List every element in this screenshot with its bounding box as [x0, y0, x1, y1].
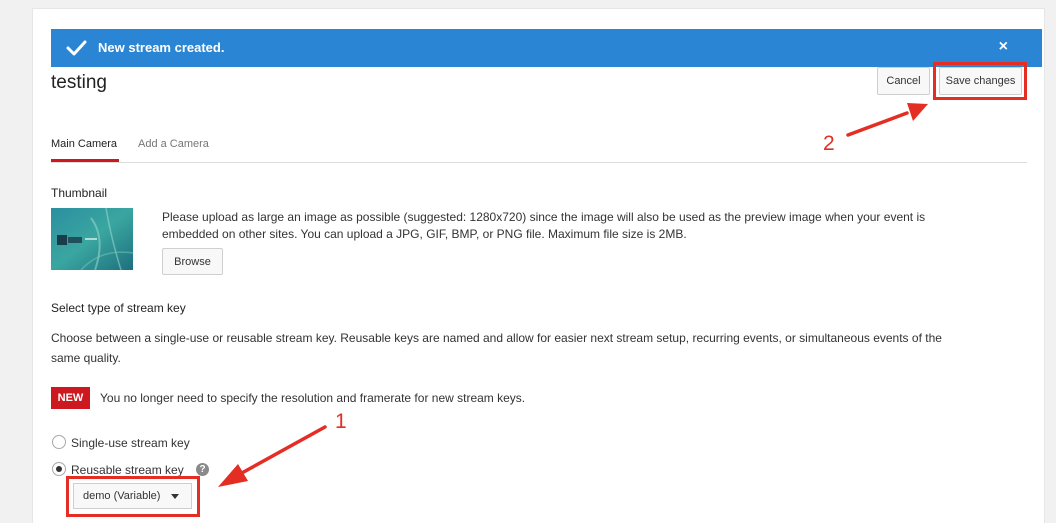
annotation-step-1: 1 [335, 410, 347, 433]
single-use-label[interactable]: Single-use stream key [71, 436, 190, 450]
help-icon[interactable]: ? [196, 463, 209, 476]
stream-key-heading: Select type of stream key [51, 301, 186, 315]
stream-title: testing [51, 72, 107, 93]
annotation-step-2: 2 [823, 132, 835, 155]
new-notice: You no longer need to specify the resolu… [100, 391, 526, 405]
checkmark-icon [66, 40, 87, 56]
tab-add-camera[interactable]: Add a Camera [138, 138, 209, 150]
single-use-radio[interactable] [52, 435, 66, 449]
success-banner: New stream created. × [51, 29, 1042, 67]
active-tab-indicator [51, 159, 119, 162]
thumbnail-description-line1: Please upload as large an image as possi… [162, 210, 926, 224]
thumbnail-description-line2: embedded on other sites. You can upload … [162, 227, 687, 241]
tab-main-camera[interactable]: Main Camera [51, 138, 117, 150]
new-badge: NEW [51, 387, 90, 409]
reusable-label[interactable]: Reusable stream key [71, 463, 184, 477]
banner-message: New stream created. [98, 40, 225, 55]
reusable-radio[interactable] [52, 462, 66, 476]
thumbnail-image[interactable] [51, 208, 133, 270]
stream-key-description-line2: same quality. [51, 351, 121, 365]
stream-key-description-line1: Choose between a single-use or reusable … [51, 331, 942, 345]
close-icon[interactable]: × [999, 38, 1008, 56]
cancel-button[interactable]: Cancel [877, 67, 930, 95]
camera-tabs: Main Camera Add a Camera [51, 137, 1027, 163]
annotation-highlight-save [933, 62, 1027, 100]
browse-button[interactable]: Browse [162, 248, 223, 275]
thumbnail-heading: Thumbnail [51, 186, 108, 200]
annotation-highlight-select [66, 476, 200, 517]
